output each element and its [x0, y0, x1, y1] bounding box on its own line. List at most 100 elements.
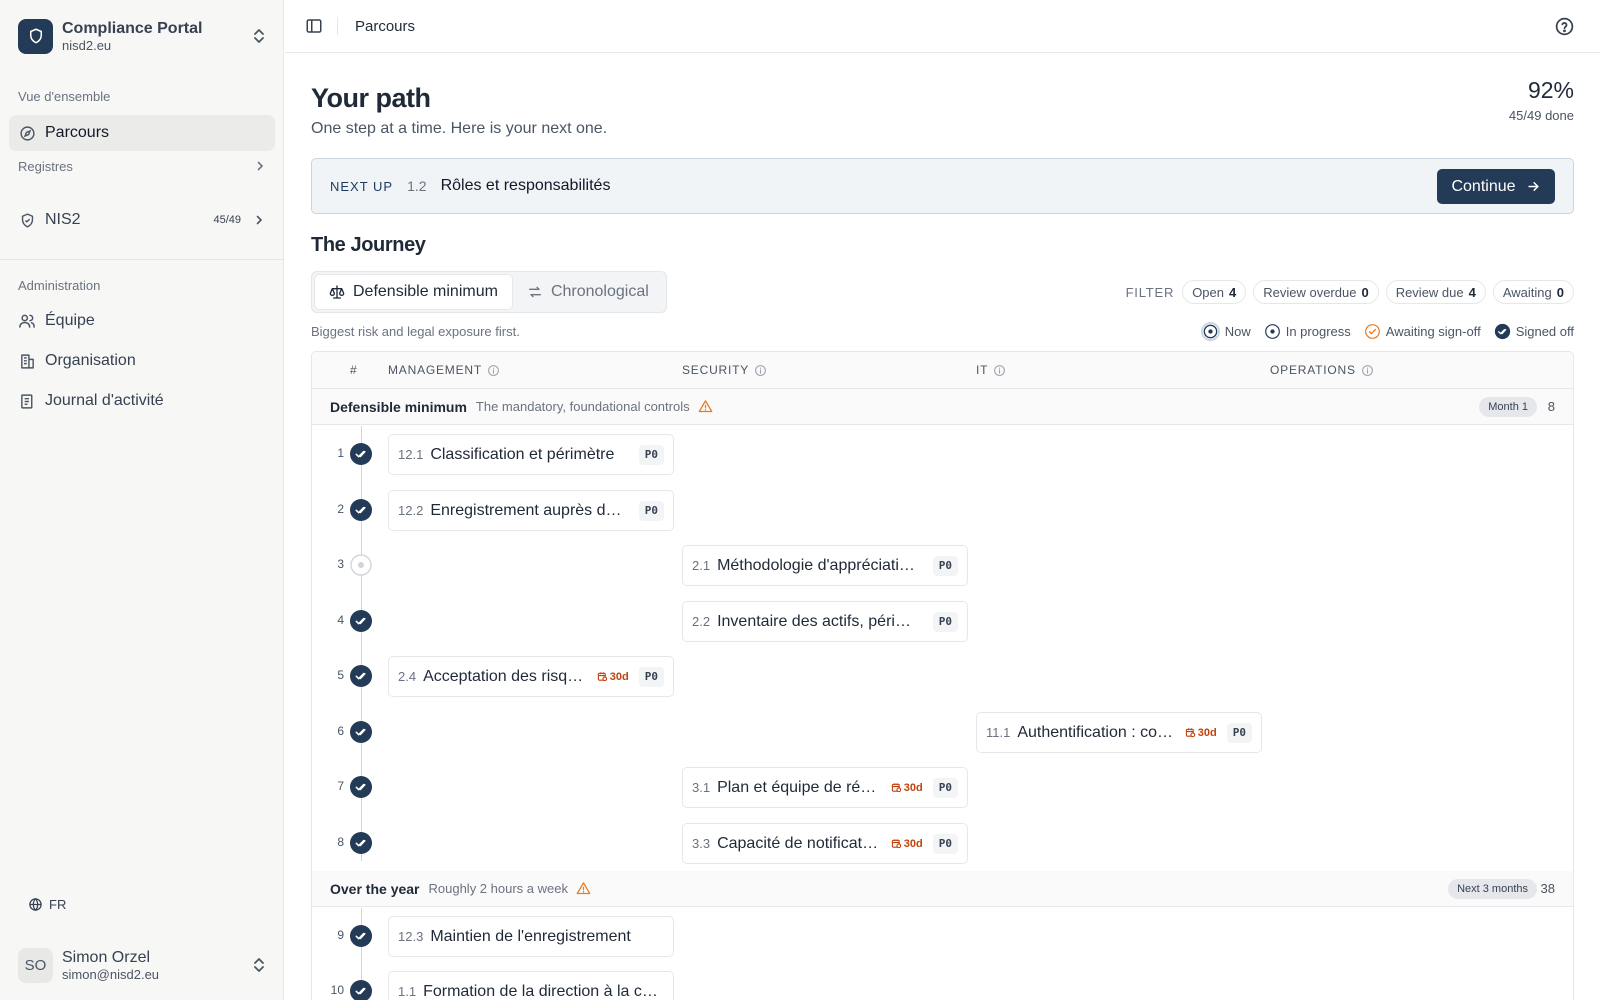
sidebar-toggle-icon[interactable]	[304, 16, 324, 36]
group-header-over-the-year[interactable]: Over the year Roughly 2 hours a week Nex…	[312, 871, 1573, 907]
swap-arrows-icon	[527, 284, 543, 300]
view-caption: Biggest risk and legal exposure first.	[311, 324, 520, 339]
priority-badge: P0	[932, 777, 958, 798]
table-header: # MANAGEMENT SECURITY IT OPERATIONS	[312, 352, 1573, 389]
table-row: 8 3.3 Capacité de notification 30d P0	[312, 815, 1573, 871]
sidebar-item-equipe[interactable]: Équipe	[9, 303, 275, 339]
sidebar-item-parcours[interactable]: Parcours	[9, 115, 275, 151]
in-progress-status-icon	[1264, 323, 1281, 340]
progress-percent: 92%	[1527, 77, 1574, 103]
table-row: 10 1.1 Formation de la direction à la cy…	[312, 963, 1573, 1000]
col-header-security: SECURITY	[682, 363, 767, 377]
filter-chip-review-due[interactable]: Review due 4	[1385, 280, 1486, 304]
signed-off-icon	[350, 443, 372, 465]
signed-off-icon	[350, 610, 372, 632]
row-number: 4	[337, 613, 344, 627]
group-period-badge: Next 3 months	[1448, 879, 1537, 899]
globe-icon	[28, 897, 43, 912]
sidebar-group-registres[interactable]: Registres	[18, 155, 266, 177]
col-header-label: OPERATIONS	[1270, 363, 1356, 377]
priority-badge: P0	[932, 611, 958, 632]
table-row: 7 3.1 Plan et équipe de réponse 30d P0	[312, 759, 1573, 815]
language-switcher[interactable]: FR	[28, 897, 66, 912]
scroll-log-icon	[18, 392, 36, 410]
due-label: 30d	[609, 670, 629, 683]
chip-label: Review due	[1395, 284, 1464, 300]
review-due-badge: 30d	[891, 838, 923, 850]
signed-off-icon	[350, 832, 372, 854]
priority-badge: P0	[638, 444, 664, 465]
arrow-right-icon	[1526, 179, 1541, 194]
sidebar-item-journal[interactable]: Journal d'activité	[9, 383, 275, 419]
tab-chronological[interactable]: Chronological	[513, 274, 663, 310]
info-icon[interactable]	[1361, 364, 1374, 377]
control-title: Classification et périmètre	[430, 445, 615, 463]
breadcrumb: Parcours	[355, 17, 416, 35]
chevrons-up-down-icon[interactable]	[249, 26, 269, 46]
table-row: 2 12.2 Enregistrement auprès de l'autori…	[312, 482, 1573, 538]
group-description: Roughly 2 hours a week	[428, 881, 568, 896]
control-card[interactable]: 2.2 Inventaire des actifs, périmètre P0	[682, 601, 968, 642]
sidebar-item-label: Parcours	[45, 124, 110, 141]
signed-off-icon	[350, 665, 372, 687]
filter-chip-awaiting[interactable]: Awaiting 0	[1492, 280, 1574, 304]
control-number: 12.3	[398, 929, 424, 944]
warning-icon	[698, 399, 713, 414]
control-card[interactable]: 3.3 Capacité de notification 30d P0	[682, 823, 968, 864]
control-card[interactable]: 12.3 Maintien de l'enregistrement	[388, 916, 674, 957]
user-menu[interactable]: SO Simon Orzel simon@nisd2.eu	[18, 946, 269, 984]
col-header-label: SECURITY	[682, 363, 750, 377]
group-count: 8	[1547, 399, 1555, 414]
row-number: 5	[337, 668, 344, 682]
next-up-number: 1.2	[407, 178, 427, 194]
review-due-badge: 30d	[1185, 727, 1217, 739]
row-number: 2	[337, 502, 344, 516]
tab-label: Defensible minimum	[353, 283, 498, 300]
control-card[interactable]: 11.1 Authentification : contrôle d'accès…	[976, 712, 1262, 753]
info-icon[interactable]	[993, 364, 1006, 377]
next-up-banner[interactable]: NEXT UP 1.2 Rôles et responsabilités Con…	[311, 158, 1574, 214]
col-header-label: MANAGEMENT	[388, 363, 483, 377]
continue-button[interactable]: Continue	[1437, 169, 1555, 204]
workspace-switcher[interactable]: Compliance Portal nisd2.eu	[18, 17, 269, 55]
signed-off-icon	[350, 980, 372, 1000]
chevrons-up-down-icon[interactable]	[249, 955, 269, 975]
control-card[interactable]: 3.1 Plan et équipe de réponse 30d P0	[682, 767, 968, 808]
view-toggle: Defensible minimum Chronological	[311, 271, 667, 313]
control-card[interactable]: 12.1 Classification et périmètre P0	[388, 434, 674, 475]
row-number: 10	[330, 983, 344, 997]
info-icon[interactable]	[754, 364, 767, 377]
legend-label: Awaiting sign-off	[1385, 324, 1481, 339]
calendar-clock-icon	[597, 671, 608, 682]
group-period-badge: Month 1	[1479, 397, 1537, 417]
help-icon[interactable]	[1554, 16, 1575, 37]
calendar-clock-icon	[891, 838, 902, 849]
legend-now: Now	[1200, 322, 1251, 341]
sidebar-item-organisation[interactable]: Organisation	[9, 343, 275, 379]
info-icon[interactable]	[487, 364, 500, 377]
priority-badge: P0	[932, 833, 958, 854]
users-icon	[18, 312, 36, 330]
control-card[interactable]: 1.1 Formation de la direction à la cyber…	[388, 971, 674, 1000]
filter-chip-open[interactable]: Open 4	[1182, 280, 1247, 304]
legend-label: Now	[1224, 324, 1251, 339]
sidebar-item-label: NIS2	[45, 211, 81, 228]
sidebar-item-nis2[interactable]: NIS2 45/49	[9, 202, 275, 238]
filter-chip-review-overdue[interactable]: Review overdue 0	[1253, 280, 1379, 304]
control-card[interactable]: 2.1 Méthodologie d'appréciation des risq…	[682, 545, 968, 586]
row-number: 9	[337, 928, 344, 942]
control-card[interactable]: 12.2 Enregistrement auprès de l'autorité…	[388, 490, 674, 531]
language-label: FR	[49, 897, 67, 912]
chip-count: 4	[1229, 284, 1237, 300]
group-header-defensible[interactable]: Defensible minimum The mandatory, founda…	[312, 389, 1573, 425]
control-card[interactable]: 2.4 Acceptation des risques 30d P0	[388, 656, 674, 697]
group-count: 38	[1540, 881, 1555, 896]
table-row: 5 2.4 Acceptation des risques 30d P0	[312, 648, 1573, 704]
nis2-progress-count: 45/49	[213, 214, 241, 226]
control-number: 2.1	[692, 558, 711, 573]
col-header-management: MANAGEMENT	[388, 363, 500, 377]
control-title: Plan et équipe de réponse	[717, 778, 881, 796]
tab-defensible-minimum[interactable]: Defensible minimum	[314, 274, 513, 310]
chip-label: Open	[1192, 284, 1224, 300]
sidebar-item-label: Journal d'activité	[45, 392, 164, 409]
